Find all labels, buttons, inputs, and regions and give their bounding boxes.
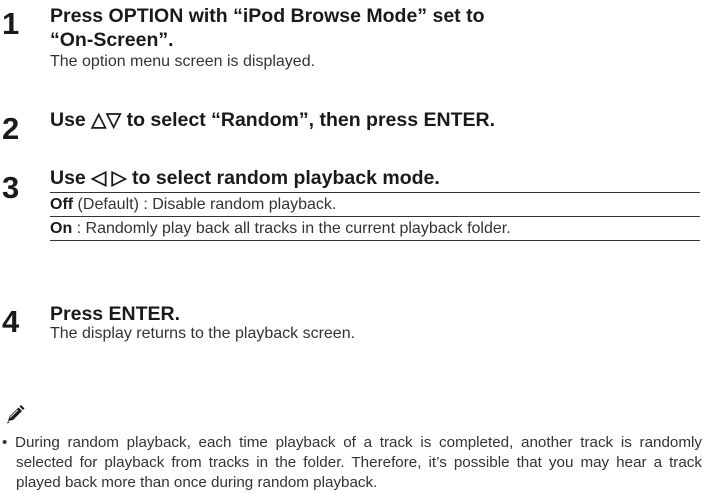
step-1-title-line1: Press OPTION with “iPod Browse Mode” set… xyxy=(50,5,485,27)
step-1-number: 1 xyxy=(2,6,20,41)
step-1-title-line2: “On-Screen”. xyxy=(50,29,174,51)
option-row-on: On : Randomly play back all tracks in th… xyxy=(50,216,700,241)
step-3-title: Use ◁ ▷ to select random playback mode. xyxy=(50,167,440,189)
step-4-description: The display returns to the playback scre… xyxy=(50,325,356,342)
step-3-number: 3 xyxy=(2,170,20,205)
step-4-number: 4 xyxy=(2,304,20,339)
step-2-number: 2 xyxy=(2,111,20,146)
step-1-description: The option menu screen is displayed. xyxy=(50,53,316,70)
option-text-off: (Default) : Disable random playback. xyxy=(73,196,337,213)
step-4-title: Press ENTER. xyxy=(50,303,181,325)
options-table-bottom-rule xyxy=(50,240,700,241)
option-label-on: On xyxy=(50,220,73,237)
option-row-off: Off (Default) : Disable random playback. xyxy=(50,192,700,217)
option-label-off: Off xyxy=(50,196,74,213)
note-text: • During random playback, each time play… xyxy=(2,434,702,491)
option-text-on: : Randomly play back all tracks in the c… xyxy=(72,220,511,237)
step-2-title: Use △▽ to select “Random”, then press EN… xyxy=(50,109,496,131)
pencil-memo-icon xyxy=(3,404,27,426)
